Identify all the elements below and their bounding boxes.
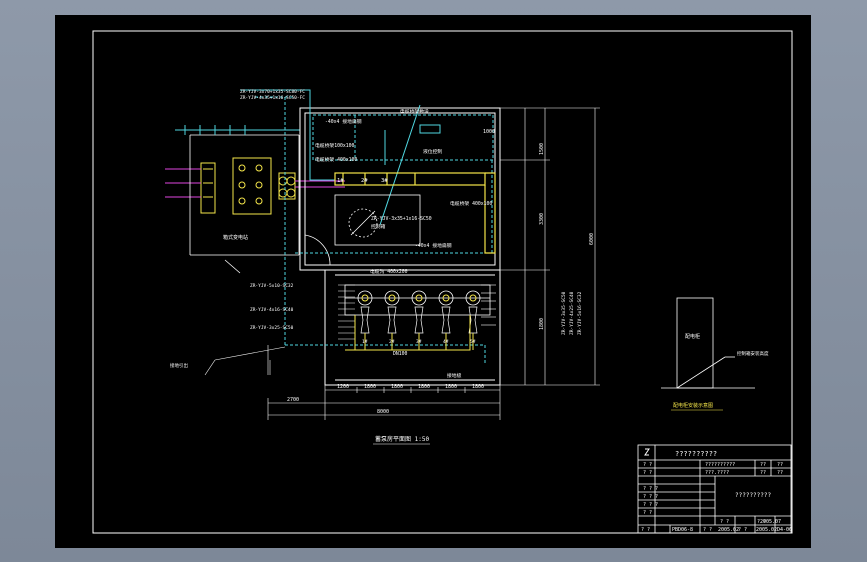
door-swing — [304, 234, 331, 266]
dim-bottom-5: 1800 — [445, 384, 457, 390]
dim-right-3: 1800 — [539, 318, 545, 330]
pump-symbol: 4# — [438, 290, 454, 350]
dim-bottom-2: 1800 — [364, 384, 376, 390]
small-panel-top — [419, 124, 441, 134]
tb-bottom-5: ? ? — [738, 527, 747, 533]
dim-bottom-total: 8000 — [377, 409, 389, 415]
feeder-lines — [165, 168, 345, 198]
pump-label: 5# — [470, 339, 476, 345]
dim-right-total: 6000 — [589, 233, 595, 245]
right-cable-2: ZR-YJV-4x25-SC40 — [569, 291, 575, 335]
plan-title: 蓄泵房平面图 1:50 — [375, 435, 429, 443]
dim-bottom-4: 1800 — [418, 384, 430, 390]
below-cable-2: ZR-YJV-4x16-SC40 — [250, 307, 294, 313]
cable-tray-yellow — [334, 172, 496, 254]
cabinet-label: 配电柜 — [685, 333, 700, 340]
tb-row1-a: ?????????? — [705, 462, 735, 468]
room-label-1: 1# — [337, 178, 344, 184]
outdoor-transformer-label: 箱式变电站 — [223, 234, 248, 241]
dim-right-1: 1500 — [539, 143, 545, 155]
tb-left-6: ? ? — [643, 510, 652, 516]
tb-row1-b: ?? — [760, 462, 766, 468]
tb-bottom-3: ? ? — [703, 527, 712, 533]
cabinet-caption: 配电柜安装示意图 — [673, 402, 713, 409]
tb-row1-c: ?? — [777, 462, 783, 468]
tb-bottom-7: D4-06 — [777, 527, 792, 533]
tb-left-3: ? ? ? — [643, 486, 658, 492]
title-block-texts: ?????????? ?????????? ?? ?? ???.???? ?? … — [641, 450, 792, 533]
yard-outline — [189, 134, 300, 274]
tb-left-1: ? ? — [643, 462, 652, 468]
tb-mid-1: ? ? — [720, 519, 729, 525]
tb-bottom-2: PBD06-8 — [672, 527, 693, 533]
cabinet-elevation — [661, 297, 755, 389]
tb-date-top: 2005.07 — [760, 519, 781, 525]
note-tray-400-b: 电缆桥架 400x100 — [450, 200, 492, 207]
tb-bottom-6: 2005.02 — [756, 527, 777, 533]
tb-row2-c: ?? — [777, 470, 783, 476]
title-block-logo — [644, 448, 650, 456]
tb-title: ?????????? — [675, 450, 717, 458]
note-level-control: 液位控制 — [423, 148, 442, 155]
pump-label: 2# — [389, 339, 395, 345]
room-annotations: -40x4 接地扁钢 电缆桥架敷设 液位控制 电缆桥架100x100 电缆桥架 … — [315, 108, 492, 379]
dim-bottom-3: 1800 — [391, 384, 403, 390]
cad-viewport[interactable]: 箱式变电站 1# 2# 3# 1# 2# 3# 4# 5# 1200 1800 … — [0, 0, 867, 562]
dim-bottom-1: 1200 — [337, 384, 349, 390]
tb-drawing-name: ?????????? — [735, 492, 772, 499]
pump-symbol: 2# — [384, 290, 400, 350]
note-tray-100: 电缆桥架100x100 — [315, 142, 355, 149]
dimension-texts-vertical: 1500 3300 1800 6000 — [539, 143, 595, 330]
leader-lines — [204, 345, 286, 376]
note-ground-pole: 接地极 — [447, 372, 462, 379]
tb-left-4: ? ? ? — [643, 494, 658, 500]
room-label-3: 3# — [381, 178, 388, 184]
tb-bottom-4: 2005.02 — [718, 527, 739, 533]
left-cable-2: ZR-YJV-4x35+1x16-SC50-FC — [240, 95, 305, 101]
transformer-terminals — [238, 164, 296, 205]
note-tray-400: 电缆桥架 400x100 — [315, 156, 357, 163]
dim-bottom-6: 1800 — [472, 384, 484, 390]
note-ground-bar-mid: -40x4 接地扁钢 — [415, 242, 452, 249]
ground-ladder-top — [175, 125, 300, 135]
dim-bottom-left: 2700 — [287, 397, 299, 403]
pump-symbol: 5# — [465, 290, 481, 350]
below-cable-1: ZR-YJV-5x10-SC32 — [250, 283, 294, 289]
tb-left-2: ? ? — [643, 470, 652, 476]
room-label-2: 2# — [361, 178, 368, 184]
note-cable-laying: 电缆桥架敷设 — [400, 108, 429, 115]
right-cable-3: ZR-YJV-5x16-SC32 — [577, 291, 583, 335]
tb-left-5: ? ? ? — [643, 502, 658, 508]
below-cable-3: ZR-YJV-3x25-SC50 — [250, 325, 294, 331]
electrical-plan-drawing: 箱式变电站 1# 2# 3# 1# 2# 3# 4# 5# 1200 1800 … — [92, 30, 793, 534]
dim-right-2: 3300 — [539, 213, 545, 225]
right-cable-callouts: ZR-YJV-3x35-SC50 ZR-YJV-4x25-SC40 ZR-YJV… — [561, 291, 583, 335]
box-transformer — [200, 157, 272, 215]
pump-label: 1# — [362, 339, 368, 345]
right-cable-1: ZR-YJV-3x35-SC50 — [561, 291, 567, 335]
note-cable-trench: 电缆沟 400x200 — [370, 268, 408, 275]
note-ground-bar-top: -40x4 接地扁钢 — [325, 118, 362, 125]
tb-bottom-1: ? ? — [641, 527, 650, 533]
ground-outlet-label: 接地引出 — [170, 362, 188, 369]
pump-symbol: 3# — [411, 290, 427, 350]
cabinet-leader-note: 控制箱安装高度 — [737, 350, 769, 357]
pump-symbol: 1# — [357, 290, 373, 350]
tb-row2-a: ???.???? — [705, 470, 729, 476]
dim-top-right: 1000 — [483, 129, 495, 135]
note-control-box: 控制箱 — [371, 223, 386, 230]
tb-row2-b: ?? — [760, 470, 766, 476]
left-cable-1: ZR-YJV-3x70+1x35-SC80-FC — [240, 89, 305, 95]
pump-label: 3# — [416, 339, 422, 345]
drawing-sheet: 箱式变电站 1# 2# 3# 1# 2# 3# 4# 5# 1200 1800 … — [55, 15, 811, 548]
pump-label: 4# — [443, 339, 449, 345]
note-pipe: DN100 — [393, 351, 408, 357]
note-pump-power: ZR-YJV-3x35+1x16-SC50 — [371, 216, 432, 222]
pump-symbols: 1# 2# 3# 4# 5# — [357, 290, 481, 350]
